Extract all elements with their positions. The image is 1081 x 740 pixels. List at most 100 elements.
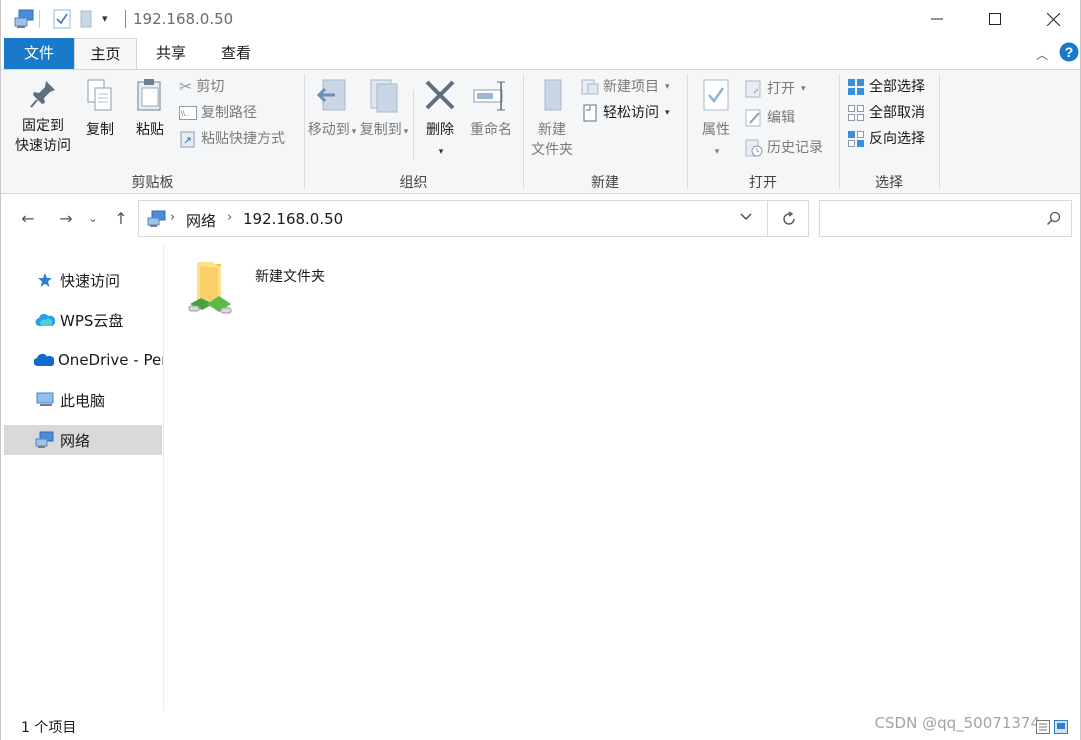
group-separator (839, 74, 840, 188)
refresh-button[interactable] (767, 201, 809, 236)
new-folder-label-1: 新建 (538, 122, 566, 138)
new-folder-button[interactable]: 新建 文件夹 (527, 78, 577, 160)
up-button[interactable]: ↑ (109, 206, 133, 230)
nav-item-quick-access[interactable]: 快速访问 (4, 265, 162, 295)
delete-button[interactable]: 删除 ▾ (419, 78, 461, 162)
recent-locations-button[interactable]: ⌄ (85, 206, 101, 230)
properties-qat-icon[interactable] (53, 9, 71, 33)
new-folder-qat-icon[interactable] (79, 9, 95, 33)
paste-icon (137, 79, 161, 111)
rename-button[interactable]: 重命名 (465, 78, 517, 140)
up-arrow-icon: ↑ (114, 208, 128, 228)
properties-label: 属性 (702, 122, 730, 138)
title-bar: ▾ 192.168.0.50 (1, 0, 1080, 38)
qat-dropdown-icon[interactable]: ▾ (102, 12, 108, 25)
new-folder-label-2: 文件夹 (531, 142, 573, 158)
nav-item-this-pc[interactable]: 此电脑 (4, 385, 162, 415)
minimize-button[interactable] (908, 0, 966, 38)
group-separator (523, 74, 524, 188)
tab-view[interactable]: 查看 (206, 38, 266, 69)
paste-shortcut-button[interactable]: 粘贴快捷方式 (179, 128, 285, 150)
edit-icon (745, 109, 761, 127)
scissors-icon: ✂ (179, 77, 193, 96)
invert-selection-button[interactable]: 反向选择 (847, 128, 925, 150)
edit-button[interactable]: 编辑 (745, 107, 795, 129)
tab-share[interactable]: 共享 (141, 38, 201, 69)
file-item[interactable]: 新建文件夹 (187, 256, 387, 320)
cut-button[interactable]: ✂ 剪切 (179, 76, 224, 98)
nav-item-label: 网络 (60, 431, 91, 450)
copy-to-label: 复制到 (359, 122, 402, 138)
pin-quick-access-button[interactable]: 固定到 快速访问 (9, 78, 77, 156)
maximize-icon (989, 13, 1001, 25)
nav-item-wps-cloud[interactable]: WPS云盘 (4, 305, 162, 335)
group-separator (304, 74, 305, 188)
new-item-button[interactable]: 新建项目 ▾ (581, 76, 670, 98)
watermark: CSDN @qq_50071374 (874, 714, 1040, 732)
shared-folder-icon (187, 258, 235, 320)
new-item-icon (581, 79, 599, 95)
breadcrumb-host[interactable]: 192.168.0.50 (243, 210, 343, 228)
nav-item-label: 快速访问 (60, 271, 121, 290)
properties-button[interactable]: 属性 ▾ (695, 78, 737, 162)
explorer-window: ▾ 192.168.0.50 文件 主页 共享 查看 ︿ ? 固定到 快速访问 (0, 0, 1081, 740)
tab-home[interactable]: 主页 (74, 38, 137, 70)
paste-shortcut-label: 粘贴快捷方式 (201, 131, 285, 147)
nav-item-onedrive[interactable]: OneDrive - Per (4, 345, 164, 375)
back-button[interactable]: ← (16, 206, 40, 230)
address-history-dropdown[interactable] (739, 210, 753, 228)
edit-label: 编辑 (767, 110, 795, 126)
copy-button[interactable]: 复制 (79, 78, 121, 140)
select-all-icon (848, 79, 864, 95)
nav-item-label: OneDrive - Per (58, 351, 164, 369)
group-label-open: 打开 (749, 175, 777, 191)
copy-icon (87, 79, 112, 111)
group-label-clipboard: 剪贴板 (131, 175, 174, 191)
item-count: 1 个项目 (21, 720, 77, 736)
copy-label: 复制 (86, 122, 114, 138)
pin-label-2: 快速访问 (15, 138, 71, 154)
search-box[interactable] (819, 200, 1072, 237)
select-all-button[interactable]: 全部选择 (847, 76, 925, 98)
window-title: 192.168.0.50 (133, 10, 234, 28)
group-separator (939, 74, 940, 188)
breadcrumb-chevron-icon: › (227, 210, 233, 225)
copy-path-button[interactable]: \\.. 复制路径 (179, 102, 257, 124)
open-label: 打开 (767, 81, 795, 97)
group-label-select: 选择 (875, 175, 903, 191)
network-icon (34, 431, 56, 449)
rename-label: 重命名 (470, 122, 512, 138)
file-name: 新建文件夹 (255, 269, 325, 285)
open-icon (745, 80, 761, 98)
details-view-icon[interactable] (1036, 720, 1050, 738)
paste-button[interactable]: 粘贴 (129, 78, 171, 140)
collapse-ribbon-icon[interactable]: ︿ (1036, 46, 1048, 63)
star-icon (34, 272, 56, 288)
tab-file[interactable]: 文件 (4, 38, 74, 69)
move-to-button[interactable]: 移动到 ▾ (307, 78, 357, 142)
help-icon[interactable]: ? (1059, 42, 1079, 66)
new-folder-icon (544, 79, 562, 111)
minimize-icon (931, 18, 943, 20)
ribbon-tab-strip: 文件 主页 共享 查看 ︿ ? (1, 38, 1080, 70)
large-icons-view-icon[interactable] (1054, 720, 1068, 738)
chevron-down-icon (740, 213, 752, 220)
maximize-button[interactable] (966, 0, 1024, 38)
paste-shortcut-icon (180, 131, 195, 148)
easy-access-button[interactable]: 轻松访问 ▾ (581, 102, 670, 124)
forward-button[interactable]: → (54, 206, 78, 230)
open-button[interactable]: 打开 ▾ (745, 78, 806, 100)
history-label: 历史记录 (767, 140, 823, 156)
ribbon: 固定到 快速访问 复制 粘贴 ✂ 剪切 \\.. 复制路径 粘贴快捷方式 剪贴板… (1, 69, 1080, 194)
breadcrumb-network[interactable]: 网络 (186, 210, 216, 231)
history-button[interactable]: 历史记录 (745, 137, 823, 159)
copy-to-button[interactable]: 复制到 ▾ (359, 78, 409, 142)
svg-text:?: ? (1065, 44, 1074, 60)
back-arrow-icon: ← (21, 208, 35, 228)
nav-item-network[interactable]: 网络 (4, 425, 162, 455)
address-bar[interactable]: › 网络 › 192.168.0.50 (138, 200, 809, 237)
select-none-button[interactable]: 全部取消 (847, 102, 925, 124)
status-bar: 1 个项目 CSDN @qq_50071374 (1, 712, 1080, 740)
select-all-label: 全部选择 (869, 79, 925, 95)
close-button[interactable] (1024, 0, 1081, 38)
